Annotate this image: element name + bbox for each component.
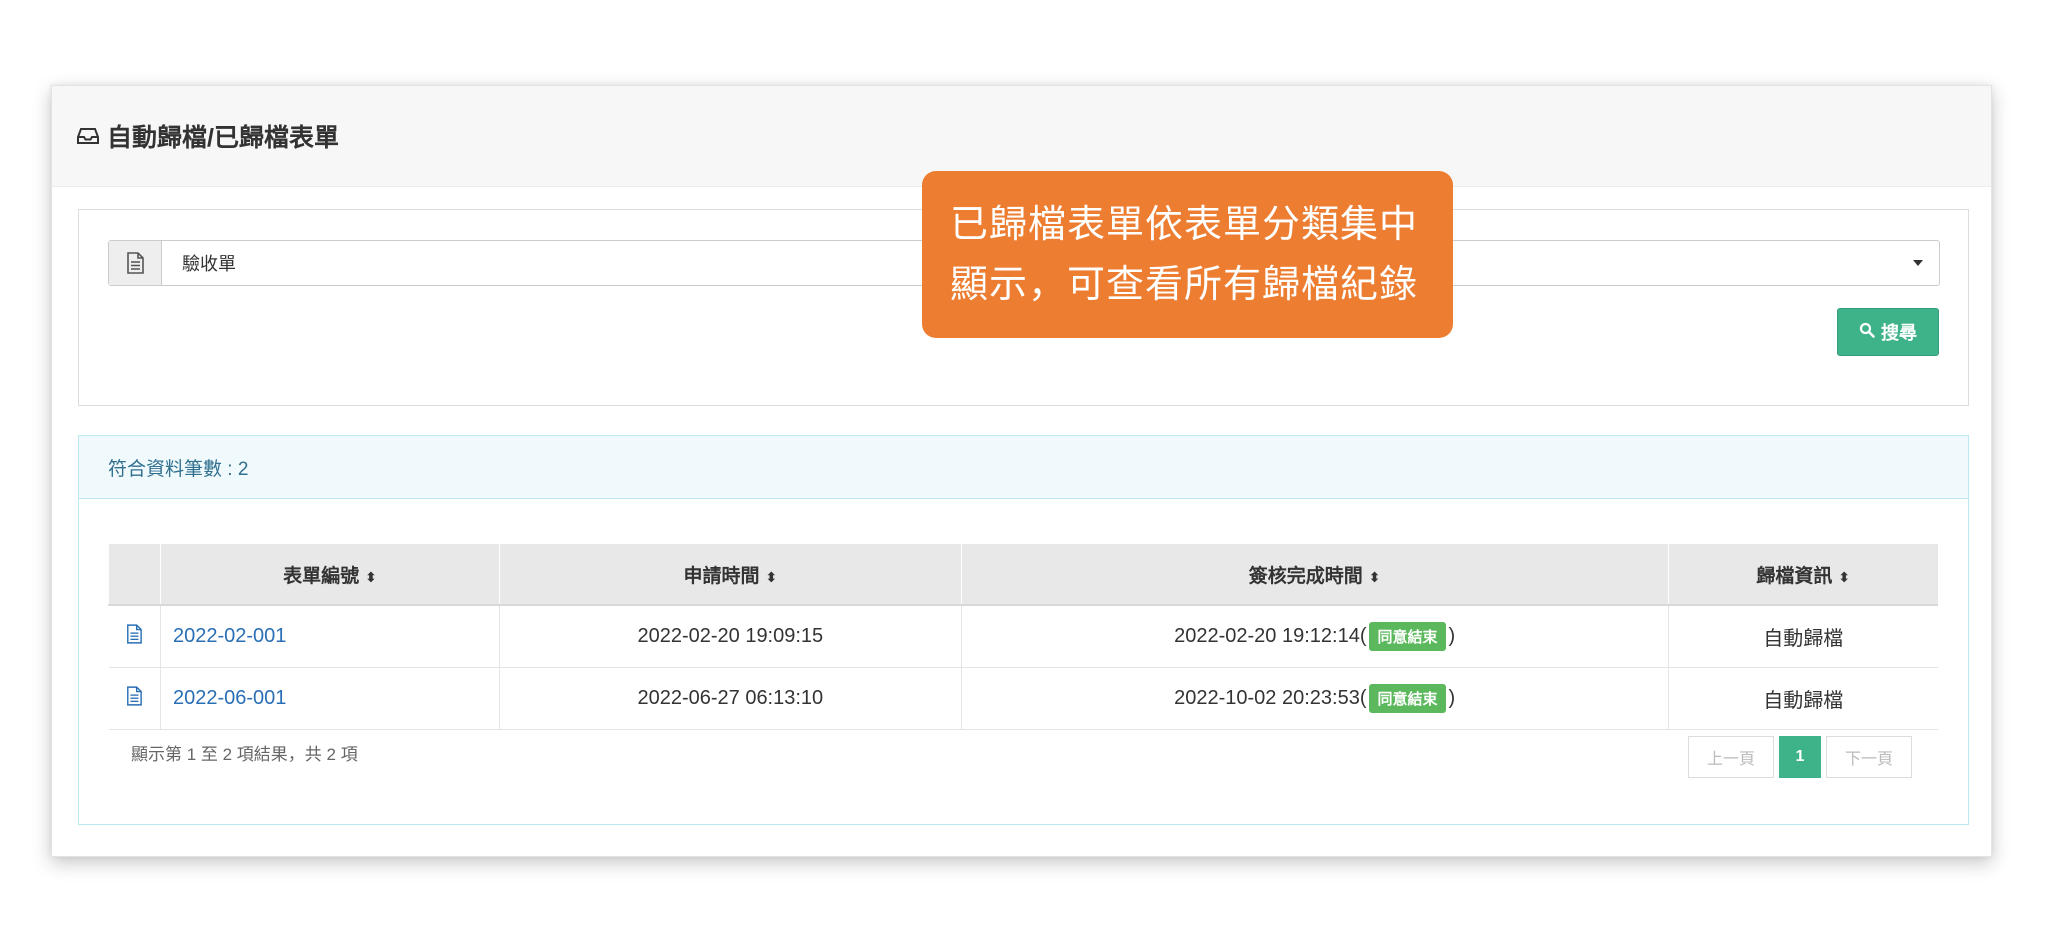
result-panel: 符合資料筆數 : 2 表單編號⬍ 申請時間⬍ 簽核完成時間⬍ 歸檔資訊⬍	[78, 435, 1969, 825]
search-icon	[1859, 322, 1875, 343]
next-page-button[interactable]: 下一頁	[1826, 736, 1912, 778]
apply-time: 2022-06-27 06:13:10	[498, 667, 962, 730]
table-row: 2022-06-001 2022-06-27 06:13:10 2022-10-…	[108, 667, 1938, 730]
table-row: 2022-02-001 2022-02-20 19:09:15 2022-02-…	[108, 604, 1938, 668]
form-type-label: 驗收單	[182, 254, 236, 274]
sort-icon: ⬍	[365, 568, 377, 585]
form-number-link[interactable]: 2022-02-001	[159, 604, 500, 668]
sort-icon: ⬍	[1838, 568, 1851, 585]
sort-icon: ⬍	[1368, 568, 1381, 585]
prev-page-button[interactable]: 上一頁	[1688, 736, 1774, 778]
page-1-button[interactable]: 1	[1779, 736, 1821, 778]
complete-time: 2022-02-20 19:12:14(同意結束)	[960, 604, 1669, 668]
apply-time: 2022-02-20 19:09:15	[498, 604, 962, 668]
callout-line-1: 已歸檔表單依表單分類集中	[950, 204, 1419, 246]
col-apply-time[interactable]: 申請時間 ⬍	[498, 544, 962, 606]
pagination: 上一頁 1 下一頁	[1688, 736, 1912, 778]
archive-info: 自動歸檔	[1667, 667, 1938, 730]
sort-icon: ⬍	[765, 568, 778, 585]
document-icon[interactable]	[108, 604, 161, 668]
inbox-icon	[77, 127, 99, 145]
chevron-down-icon	[1913, 260, 1923, 266]
callout-line-2: 顯示，可查看所有歸檔紀錄	[950, 264, 1419, 306]
table-info: 顯示第 1 至 2 項結果，共 2 項	[131, 745, 358, 764]
col-archive-info[interactable]: 歸檔資訊 ⬍	[1667, 544, 1938, 606]
col-icon-header	[108, 544, 161, 606]
document-icon[interactable]	[108, 667, 161, 730]
annotation-callout: 已歸檔表單依表單分類集中 顯示，可查看所有歸檔紀錄	[922, 171, 1453, 338]
status-badge: 同意結束	[1369, 684, 1446, 713]
results-table: 表單編號 ⬍ 申請時間 ⬍ 簽核完成時間 ⬍ 歸檔資訊 ⬍ 2022-02-001 20…	[108, 544, 1938, 730]
archive-info: 自動歸檔	[1667, 604, 1938, 668]
page-title: 自動歸檔/已歸檔表單	[107, 124, 339, 152]
document-icon	[109, 241, 162, 285]
col-complete-time[interactable]: 簽核完成時間 ⬍	[960, 544, 1669, 606]
col-form-number[interactable]: 表單編號 ⬍	[159, 544, 500, 606]
search-button[interactable]: 搜尋	[1837, 308, 1939, 356]
complete-time: 2022-10-02 20:23:53(同意結束)	[960, 667, 1669, 730]
status-badge: 同意結束	[1369, 622, 1446, 651]
form-number-link[interactable]: 2022-06-001	[159, 667, 500, 730]
result-count: 符合資料筆數 : 2	[79, 436, 1968, 499]
search-button-label: 搜尋	[1881, 323, 1917, 343]
